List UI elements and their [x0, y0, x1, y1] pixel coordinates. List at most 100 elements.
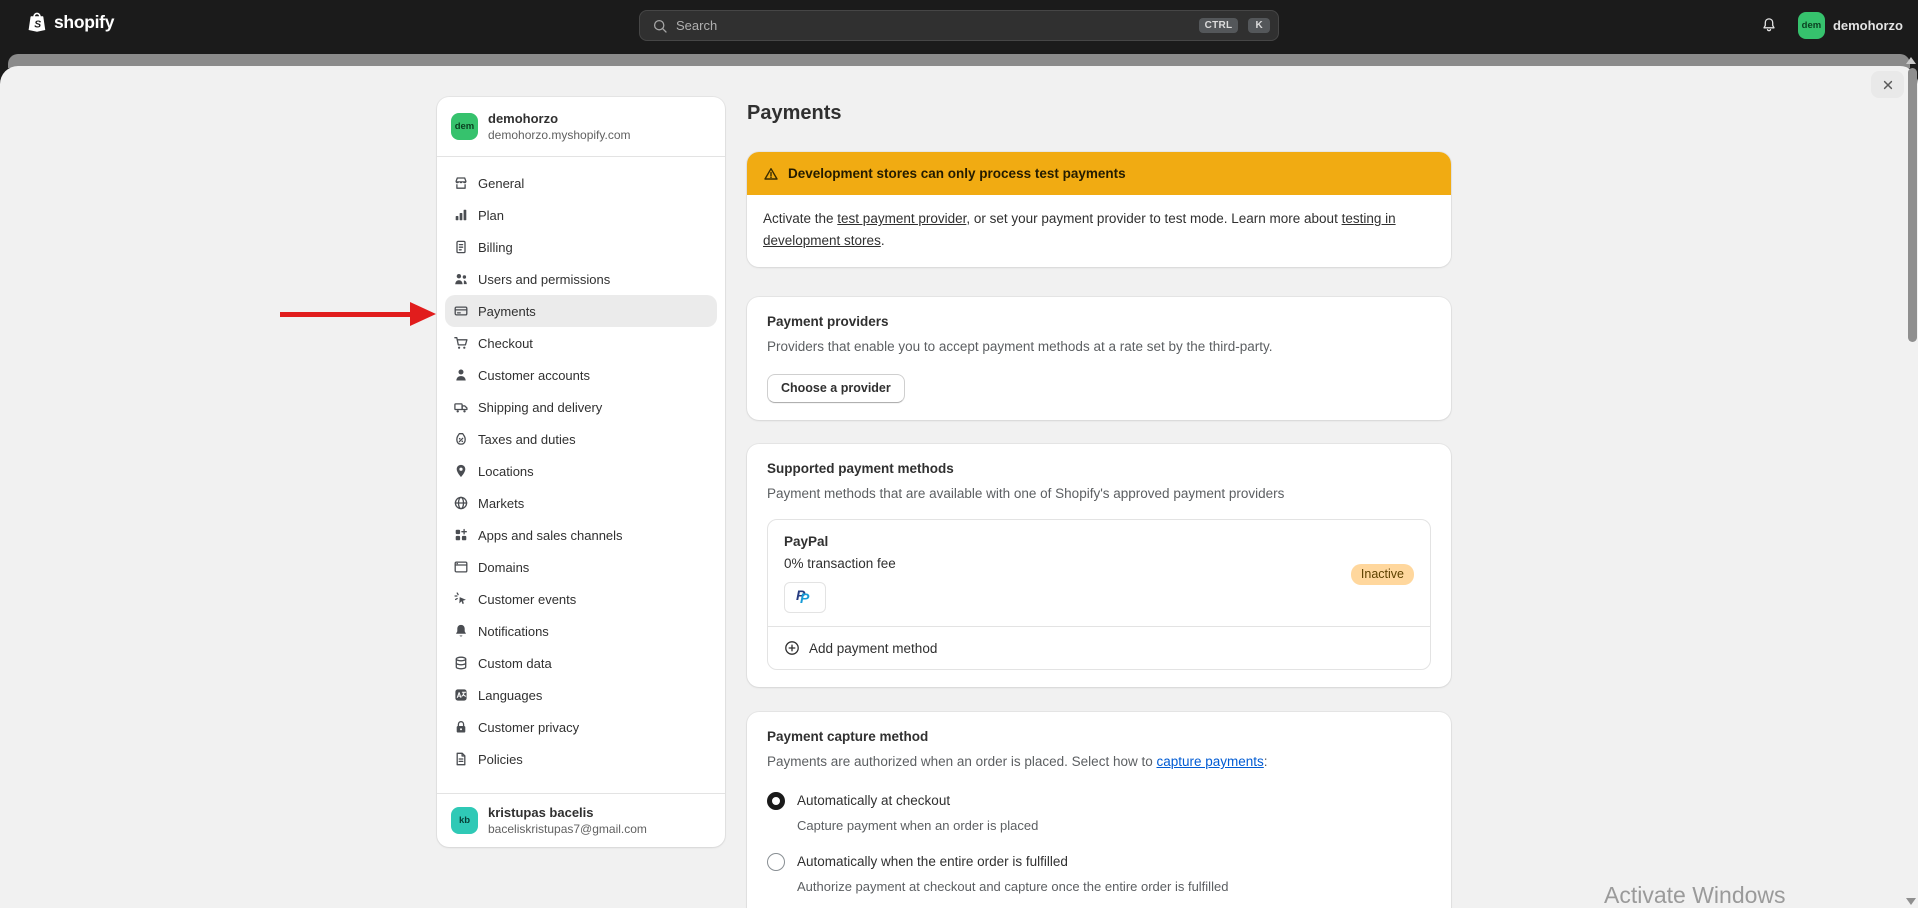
sidebar-item-label: Markets [478, 496, 524, 511]
choose-provider-button[interactable]: Choose a provider [767, 374, 905, 403]
sidebar-item-customer-privacy[interactable]: Customer privacy [445, 711, 717, 743]
close-icon [1880, 77, 1896, 93]
sidebar-item-plan[interactable]: Plan [445, 199, 717, 231]
sidebar-item-billing[interactable]: Billing [445, 231, 717, 263]
sidebar-item-languages[interactable]: Languages [445, 679, 717, 711]
search-bar[interactable]: Search CTRL K [639, 10, 1279, 41]
notifications-icon [453, 623, 469, 639]
sidebar-item-label: Customer accounts [478, 368, 590, 383]
sidebar-item-custom-data[interactable]: Custom data [445, 647, 717, 679]
scrollbar-up-arrow[interactable] [1906, 57, 1916, 64]
settings-modal: dem demohorzo demohorzo.myshopify.com Ge… [0, 66, 1918, 908]
supported-payment-methods-card: Supported payment methods Payment method… [747, 444, 1451, 687]
sidebar-item-label: General [478, 176, 524, 191]
add-payment-method-button[interactable]: Add payment method [768, 626, 1430, 669]
sidebar-item-shipping-and-delivery[interactable]: Shipping and delivery [445, 391, 717, 423]
capture-payments-link[interactable]: capture payments [1156, 754, 1263, 769]
sidebar-item-apps-and-sales-channels[interactable]: Apps and sales channels [445, 519, 717, 551]
warning-icon [763, 166, 779, 182]
method-name: PayPal [784, 534, 1414, 549]
shopify-wordmark: shopify [54, 12, 114, 33]
payment-method-box: PayPal 0% transaction fee PP Inactive Ad… [767, 519, 1431, 670]
watermark-line1: Activate Windows [1604, 882, 1841, 908]
bell-icon[interactable] [1760, 16, 1778, 34]
add-payment-method-label: Add payment method [809, 641, 937, 656]
paypal-logo-box: PP [784, 582, 826, 613]
store-header[interactable]: dem demohorzo demohorzo.myshopify.com [437, 97, 725, 157]
payment-providers-title: Payment providers [767, 314, 1431, 329]
taxes-icon [453, 431, 469, 447]
user-footer[interactable]: kb kristupas bacelis baceliskristupas7@g… [437, 793, 725, 847]
main-content: Payments Development stores can only pro… [747, 102, 1451, 908]
sidebar-item-label: Locations [478, 464, 534, 479]
svg-text:S: S [34, 20, 41, 31]
shopify-bag-icon: S [26, 11, 48, 33]
paypal-icon: PP [796, 588, 814, 607]
sidebar-item-taxes-and-duties[interactable]: Taxes and duties [445, 423, 717, 455]
sidebar-item-markets[interactable]: Markets [445, 487, 717, 519]
sidebar-item-label: Languages [478, 688, 542, 703]
account-name: demohorzo [1833, 18, 1903, 33]
sidebar-item-notifications[interactable]: Notifications [445, 615, 717, 647]
shopify-logo[interactable]: S shopify [26, 11, 114, 33]
store-name: demohorzo [488, 111, 631, 126]
warning-banner-title: Development stores can only process test… [788, 166, 1126, 181]
plan-icon [453, 207, 469, 223]
radio-button[interactable] [767, 792, 785, 810]
banner-text: Activate the [763, 211, 837, 226]
radio-description: Authorize payment at checkout and captur… [797, 879, 1228, 894]
customer-accounts-icon [453, 367, 469, 383]
languages-icon [453, 687, 469, 703]
search-icon [652, 18, 668, 34]
sidebar-item-policies[interactable]: Policies [445, 743, 717, 775]
sidebar-item-label: Customer privacy [478, 720, 579, 735]
radio-label: Automatically when the entire order is f… [797, 853, 1228, 871]
sidebar-item-payments[interactable]: Payments [445, 295, 717, 327]
warning-banner-header: Development stores can only process test… [747, 152, 1451, 195]
test-payment-provider-link[interactable]: test payment provider [837, 211, 966, 226]
sidebar-item-label: Policies [478, 752, 523, 767]
user-email: baceliskristupas7@gmail.com [488, 822, 647, 836]
scrollbar-down-arrow[interactable] [1906, 898, 1916, 905]
sidebar-item-domains[interactable]: Domains [445, 551, 717, 583]
shipping-icon [453, 399, 469, 415]
sidebar-item-label: Shipping and delivery [478, 400, 602, 415]
payment-providers-description: Providers that enable you to accept paym… [767, 337, 1431, 357]
custom-data-icon [453, 655, 469, 671]
sidebar-item-label: Plan [478, 208, 504, 223]
sidebar-item-users-and-permissions[interactable]: Users and permissions [445, 263, 717, 295]
capture-title: Payment capture method [767, 729, 1431, 744]
close-button[interactable] [1871, 71, 1904, 98]
checkout-icon [453, 335, 469, 351]
sidebar-item-general[interactable]: General [445, 167, 717, 199]
billing-icon [453, 239, 469, 255]
warning-banner: Development stores can only process test… [747, 152, 1451, 267]
radio-description: Capture payment when an order is placed [797, 818, 1038, 833]
store-domain: demohorzo.myshopify.com [488, 128, 631, 142]
sidebar-item-locations[interactable]: Locations [445, 455, 717, 487]
sidebar-item-label: Apps and sales channels [478, 528, 623, 543]
store-avatar: dem [1798, 12, 1825, 39]
store-icon [453, 175, 469, 191]
sidebar-item-customer-events[interactable]: Customer events [445, 583, 717, 615]
sidebar-item-label: Notifications [478, 624, 549, 639]
capture-text: : [1264, 754, 1268, 769]
scrollbar-thumb[interactable] [1908, 68, 1917, 342]
capture-option-automatically-when-fulfilled[interactable]: Automatically when the entire order is f… [767, 853, 1431, 894]
paypal-method-row[interactable]: PayPal 0% transaction fee PP Inactive [768, 520, 1430, 626]
activate-windows-watermark: Activate Windows Go to Settings to activ… [1604, 882, 1841, 908]
users-icon [453, 271, 469, 287]
account-menu[interactable]: dem demohorzo [1798, 12, 1903, 39]
settings-sidebar: dem demohorzo demohorzo.myshopify.com Ge… [437, 97, 725, 847]
payments-icon [453, 303, 469, 319]
capture-option-automatically-at-checkout[interactable]: Automatically at checkout Capture paymen… [767, 792, 1431, 833]
user-avatar: kb [451, 807, 478, 834]
sidebar-item-customer-accounts[interactable]: Customer accounts [445, 359, 717, 391]
capture-text: Payments are authorized when an order is… [767, 754, 1156, 769]
radio-button[interactable] [767, 853, 785, 871]
search-placeholder: Search [676, 18, 1191, 33]
privacy-icon [453, 719, 469, 735]
sidebar-item-checkout[interactable]: Checkout [445, 327, 717, 359]
sidebar-item-label: Domains [478, 560, 529, 575]
method-fee: 0% transaction fee [784, 556, 1414, 571]
